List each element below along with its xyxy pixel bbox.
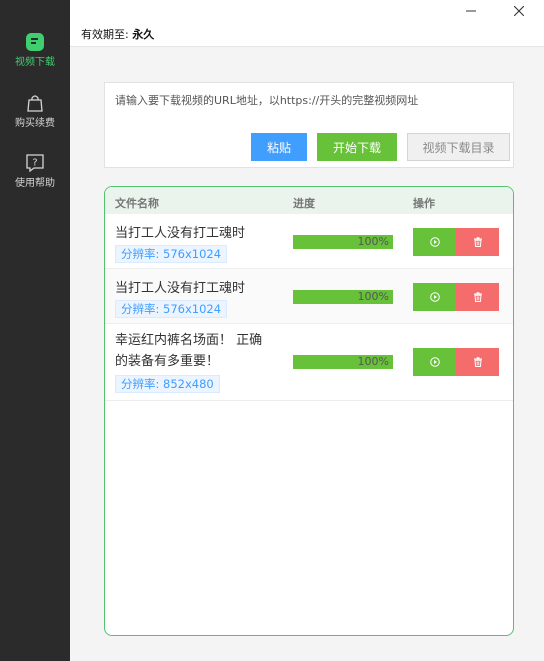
svg-text:?: ? [32,158,37,169]
sidebar-item-video-download[interactable]: 视频下载 [0,32,70,69]
url-box: 粘贴 开始下载 视频下载目录 [104,82,514,168]
play-button[interactable] [413,283,456,311]
file-name: 当打工人没有打工魂时 [115,226,246,241]
trash-icon [473,292,482,302]
play-button[interactable] [413,228,456,256]
sidebar-item-help[interactable]: ? 使用帮助 [0,153,70,190]
progress-bar: 100% [293,290,393,304]
sidebar-item-label: 购买续费 [15,118,55,129]
video-download-icon [26,33,44,51]
delete-button[interactable] [456,283,499,311]
download-directory-button[interactable]: 视频下载目录 [407,133,510,161]
minimize-icon [466,10,476,12]
delete-button[interactable] [456,348,499,376]
download-list: 文件名称 进度 操作 当打工人没有打工魂时 分辨率: 576x1024 100%… [104,186,514,636]
table-row: 当打工人没有打工魂时 分辨率: 576x1024 100% [105,214,513,269]
play-icon [429,292,440,302]
trash-icon [473,237,482,247]
title-bar: 有效期至: 永久 [70,0,544,47]
sidebar: 视频下载 购买续费 ? 使用帮助 [0,0,70,661]
sidebar-item-label: 使用帮助 [15,178,55,189]
close-icon [514,6,524,16]
resolution-badge: 分辨率: 852x480 [115,375,220,393]
play-icon [429,357,440,367]
progress-text: 100% [357,235,389,248]
close-button[interactable] [509,4,529,18]
sidebar-item-purchase[interactable]: 购买续费 [0,93,70,130]
start-download-button[interactable]: 开始下载 [317,133,397,161]
column-header-progress: 进度 [293,197,315,210]
expiry-info: 有效期至: 永久 [81,26,154,42]
table-row: 幸运红内裤名场面！ 正确的装备有多重要！ 分辨率: 852x480 100% [105,324,513,401]
progress-bar: 100% [293,235,393,249]
expiry-value: 永久 [132,28,155,41]
resolution-badge: 分辨率: 576x1024 [115,300,228,318]
delete-button[interactable] [456,228,499,256]
shopping-bag-icon [27,95,43,112]
trash-icon [473,357,482,367]
table-row: 当打工人没有打工魂时 分辨率: 576x1024 100% [105,269,513,324]
column-header-actions: 操作 [413,197,435,210]
progress-text: 100% [357,355,389,368]
column-header-filename: 文件名称 [115,197,159,210]
play-icon [429,237,440,247]
list-header: 文件名称 进度 操作 [105,187,513,214]
file-name: 当打工人没有打工魂时 [115,281,246,296]
url-input[interactable] [115,91,500,109]
play-button[interactable] [413,348,456,376]
file-name: 幸运红内裤名场面！ 正确的装备有多重要！ [115,333,263,369]
expiry-label: 有效期至: [81,28,129,41]
progress-bar: 100% [293,355,393,369]
minimize-button[interactable] [461,4,481,18]
resolution-badge: 分辨率: 576x1024 [115,245,228,263]
help-icon: ? [26,154,44,173]
progress-text: 100% [357,290,389,303]
main-content: 粘贴 开始下载 视频下载目录 文件名称 进度 操作 当打工人没有打工魂时 分辨率… [70,47,544,661]
sidebar-item-label: 视频下载 [15,57,55,68]
paste-button[interactable]: 粘贴 [251,133,307,161]
